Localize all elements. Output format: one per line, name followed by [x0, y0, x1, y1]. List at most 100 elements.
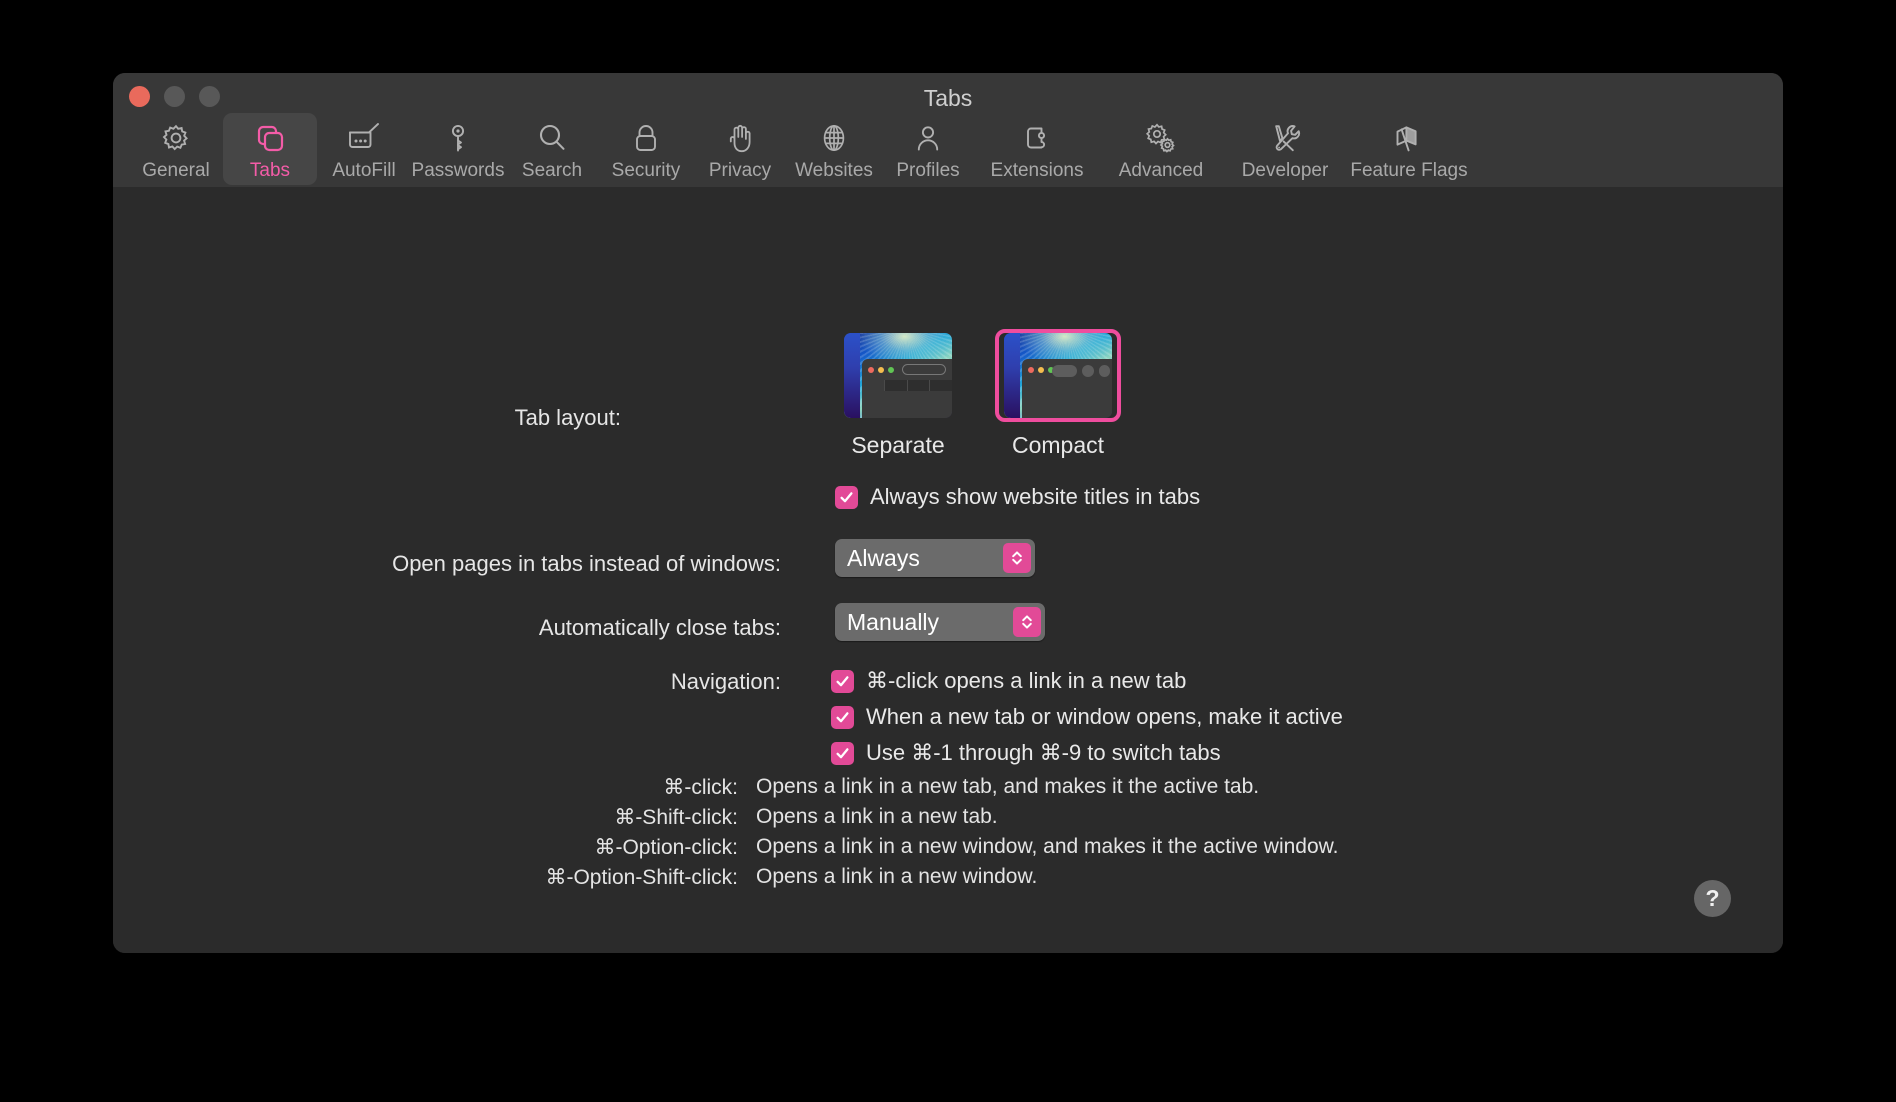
chevron-up-down-icon	[1013, 607, 1041, 637]
gear-icon	[158, 119, 194, 157]
compact-thumbnail	[1004, 333, 1112, 418]
compact-thumbnail-box[interactable]	[995, 329, 1121, 422]
tab-security[interactable]: Security	[599, 113, 693, 185]
shortcut-reference-list: ⌘-click: Opens a link in a new tab, and …	[523, 775, 1338, 895]
tab-layout-option-separate[interactable]: Separate	[835, 329, 961, 459]
tab-tabs[interactable]: Tabs	[223, 113, 317, 185]
auto-close-label: Automatically close tabs:	[539, 615, 781, 641]
auto-close-select[interactable]: Manually	[835, 603, 1045, 641]
tab-general[interactable]: General	[129, 113, 223, 185]
lock-icon	[628, 119, 664, 157]
open-pages-label: Open pages in tabs instead of windows:	[392, 551, 781, 577]
preferences-content: Tab layout:	[113, 187, 1783, 953]
gears-icon	[1142, 119, 1180, 157]
auto-close-value: Manually	[847, 609, 939, 636]
tab-profiles-label: Profiles	[896, 161, 959, 182]
make-new-tab-active-checkbox[interactable]	[831, 706, 854, 729]
cmd-click-new-tab-label: ⌘-click opens a link in a new tab	[866, 668, 1186, 694]
tab-extensions-label: Extensions	[991, 161, 1084, 182]
tab-advanced-label: Advanced	[1119, 161, 1204, 182]
separate-tab-strip	[862, 380, 952, 391]
tab-tabs-label: Tabs	[250, 161, 290, 182]
separate-label: Separate	[851, 432, 944, 459]
always-show-titles-label: Always show website titles in tabs	[870, 484, 1200, 510]
tabs-icon	[252, 119, 288, 157]
cmd-click-new-tab-checkbox[interactable]	[831, 670, 854, 693]
tab-passwords[interactable]: Passwords	[411, 113, 505, 185]
shortcut-row: ⌘-Option-click: Opens a link in a new wi…	[523, 835, 1338, 860]
tab-websites-label: Websites	[795, 161, 873, 182]
separate-toolbar-preview	[862, 359, 952, 380]
compact-toolbar-preview	[1022, 359, 1112, 383]
tab-developer-label: Developer	[1242, 161, 1329, 182]
tab-advanced[interactable]: Advanced	[1099, 113, 1223, 185]
shortcut-description: Opens a link in a new tab.	[756, 805, 998, 830]
navigation-label: Navigation:	[671, 669, 781, 695]
tab-websites[interactable]: Websites	[787, 113, 881, 185]
nav-checkbox-row-1[interactable]: ⌘-click opens a link in a new tab	[831, 668, 1186, 694]
puzzle-icon	[1019, 119, 1055, 157]
wallpaper-edge	[844, 333, 860, 418]
person-icon	[910, 119, 946, 157]
tab-profiles[interactable]: Profiles	[881, 113, 975, 185]
help-button[interactable]: ?	[1694, 880, 1731, 917]
autofill-icon	[345, 119, 383, 157]
separate-window-preview	[862, 359, 952, 418]
shortcut-description: Opens a link in a new window, and makes …	[756, 835, 1338, 860]
separate-thumbnail-box[interactable]	[835, 329, 961, 422]
shortcut-description: Opens a link in a new tab, and makes it …	[756, 775, 1259, 800]
tab-search[interactable]: Search	[505, 113, 599, 185]
tab-search-label: Search	[522, 161, 582, 182]
always-show-titles-row[interactable]: Always show website titles in tabs	[835, 484, 1200, 510]
tab-layout-options: Separate	[835, 329, 1121, 459]
compact-window-preview	[1022, 359, 1112, 418]
page-title: Tabs	[113, 85, 1783, 112]
chevron-up-down-icon	[1003, 543, 1031, 573]
shortcut-row: ⌘-Shift-click: Opens a link in a new tab…	[523, 805, 1338, 830]
preview-page-area	[862, 391, 952, 418]
tab-feature-flags[interactable]: Feature Flags	[1347, 113, 1471, 185]
key-icon	[440, 119, 476, 157]
cmd-number-switch-tabs-checkbox[interactable]	[831, 742, 854, 765]
wallpaper-edge	[1004, 333, 1020, 418]
preview-traffic-lights	[1028, 367, 1054, 373]
search-icon	[534, 119, 570, 157]
make-new-tab-active-label: When a new tab or window opens, make it …	[866, 704, 1343, 730]
cmd-number-switch-tabs-label: Use ⌘-1 through ⌘-9 to switch tabs	[866, 740, 1221, 766]
tools-icon	[1267, 119, 1303, 157]
shortcut-row: ⌘-click: Opens a link in a new tab, and …	[523, 775, 1338, 800]
nav-checkbox-row-2[interactable]: When a new tab or window opens, make it …	[831, 704, 1343, 730]
preferences-window: Tabs General	[113, 73, 1783, 953]
titlebar: Tabs General	[113, 73, 1783, 187]
nav-checkbox-row-3[interactable]: Use ⌘-1 through ⌘-9 to switch tabs	[831, 740, 1221, 766]
flags-icon	[1389, 119, 1429, 157]
tab-privacy[interactable]: Privacy	[693, 113, 787, 185]
tab-security-label: Security	[612, 161, 681, 182]
tab-feature-flags-label: Feature Flags	[1350, 161, 1467, 182]
separate-thumbnail	[844, 333, 952, 418]
tab-passwords-label: Passwords	[412, 161, 505, 182]
hand-icon	[722, 119, 758, 157]
open-pages-value: Always	[847, 545, 920, 572]
tab-layout-option-compact[interactable]: Compact	[995, 329, 1121, 459]
tab-developer[interactable]: Developer	[1223, 113, 1347, 185]
tab-extensions[interactable]: Extensions	[975, 113, 1099, 185]
shortcut-key: ⌘-Shift-click:	[523, 805, 738, 830]
shortcut-key: ⌘-click:	[523, 775, 738, 800]
shortcut-key: ⌘-Option-Shift-click:	[523, 865, 738, 890]
preview-address-bar	[902, 364, 946, 375]
open-pages-select[interactable]: Always	[835, 539, 1035, 577]
tab-autofill-label: AutoFill	[332, 161, 395, 182]
globe-icon	[816, 119, 852, 157]
tab-autofill[interactable]: AutoFill	[317, 113, 411, 185]
always-show-titles-checkbox[interactable]	[835, 486, 858, 509]
preview-traffic-lights	[868, 367, 894, 373]
shortcut-description: Opens a link in a new window.	[756, 865, 1037, 890]
shortcut-key: ⌘-Option-click:	[523, 835, 738, 860]
tab-general-label: General	[142, 161, 210, 182]
preferences-toolbar: General Tabs	[129, 113, 1767, 187]
tab-layout-label: Tab layout:	[515, 405, 621, 431]
tab-privacy-label: Privacy	[709, 161, 771, 182]
shortcut-row: ⌘-Option-Shift-click: Opens a link in a …	[523, 865, 1338, 890]
compact-label: Compact	[1012, 432, 1104, 459]
